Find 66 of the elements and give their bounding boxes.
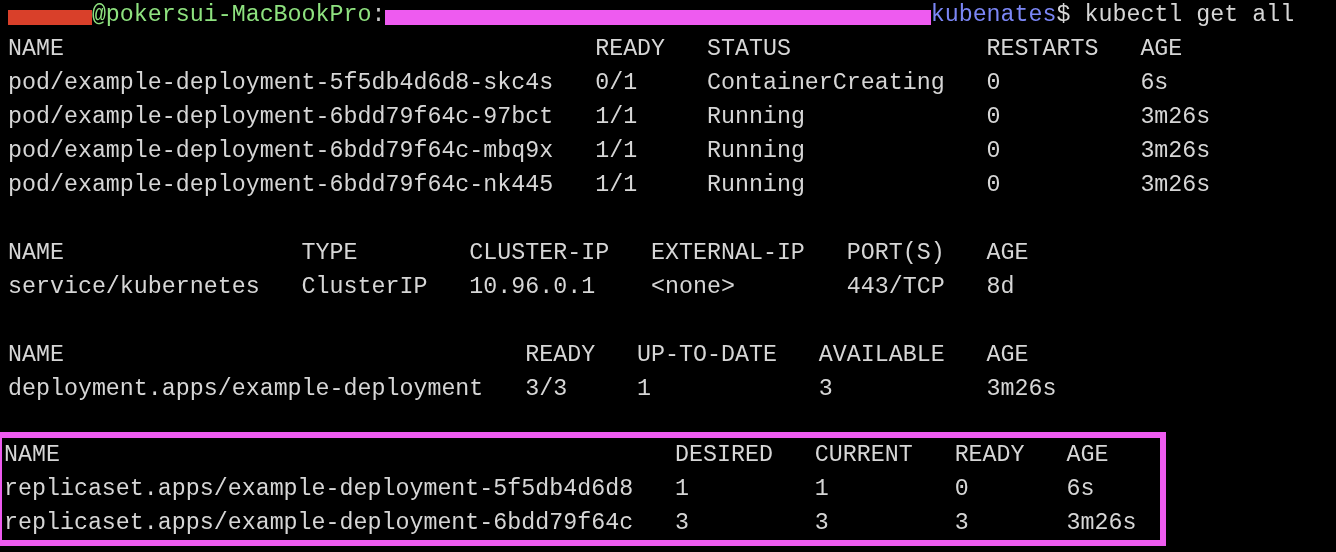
table-cell-text: 3 — [818, 375, 834, 404]
prompt-text: : — [371, 1, 386, 30]
table-cell-text: service/kubernetes — [8, 273, 261, 302]
table-cell-text: pod/example-deployment-6bdd79f64c-nk445 — [8, 171, 555, 200]
table-cell-text: pod/example-deployment-6bdd79f64c-97bct — [8, 103, 555, 132]
table-cell-text: 0/1 — [595, 69, 639, 98]
column-header: PORT(S) — [846, 239, 946, 268]
table-cell-text: deployment.apps/example-deployment — [8, 375, 485, 404]
table-cell-text: 1/1 — [595, 137, 639, 166]
column-header: NAME — [8, 239, 65, 268]
column-header: READY — [595, 35, 667, 64]
table-cell-text: 1/1 — [595, 103, 639, 132]
column-header: TYPE — [301, 239, 359, 268]
column-header: UP-TO-DATE — [637, 341, 778, 370]
table-cell-text: 0 — [954, 475, 970, 504]
table-cell-text: 3m26s — [1066, 509, 1137, 538]
column-header: AGE — [1066, 441, 1110, 470]
table-cell-text: 6s — [1066, 475, 1096, 504]
column-header: DESIRED — [675, 441, 774, 470]
table-cell-text: 0 — [986, 137, 1002, 166]
column-header: READY — [954, 441, 1026, 470]
table-cell-text: pod/example-deployment-6bdd79f64c-mbq9x — [8, 137, 555, 166]
column-header: EXTERNAL-IP — [651, 239, 806, 268]
column-header: STATUS — [707, 35, 792, 64]
table-cell-text: 1 — [814, 475, 830, 504]
table-cell-text: Running — [707, 103, 806, 132]
table-cell-text: Running — [707, 137, 806, 166]
table-cell-text: 1/1 — [595, 171, 639, 200]
column-header: AGE — [986, 239, 1029, 268]
column-header: RESTARTS — [986, 35, 1100, 64]
table-cell-text: 3 — [675, 509, 691, 538]
table-cell-text: 1 — [637, 375, 653, 404]
table-cell-text: 1 — [675, 475, 691, 504]
column-header: AGE — [1140, 35, 1184, 64]
table-cell-text: 8d — [986, 273, 1016, 302]
column-header: NAME — [8, 35, 65, 64]
prompt-text: $ kubectl get all — [1056, 1, 1295, 30]
column-header: CURRENT — [814, 441, 914, 470]
prompt-text: @pokersui-MacBookPro — [91, 1, 372, 30]
table-cell-text: 3/3 — [525, 375, 569, 404]
column-header: READY — [525, 341, 597, 370]
table-cell-text: 3m26s — [1140, 103, 1211, 132]
table-cell-text: Running — [707, 171, 806, 200]
table-cell-text: 3 — [814, 509, 830, 538]
table-cell-text: <none> — [651, 273, 736, 302]
column-header: AGE — [986, 341, 1030, 370]
table-cell-text: pod/example-deployment-5f5db4d6d8-skc4s — [8, 69, 555, 98]
table-cell-text: 0 — [986, 103, 1002, 132]
table-cell-text: replicaset.apps/example-deployment-6bdd79f64c — [4, 509, 635, 538]
column-header: CLUSTER-IP — [469, 239, 611, 268]
table-cell-text: 3 — [954, 509, 970, 538]
table-cell-text: 3m26s — [1140, 137, 1211, 166]
table-cell-text: 6s — [1140, 69, 1170, 98]
table-cell-text: 0 — [986, 69, 1002, 98]
column-header: NAME — [4, 441, 61, 470]
prompt-text: kubenates — [930, 1, 1057, 30]
table-cell-text: 0 — [986, 171, 1002, 200]
table-cell-text: 3m26s — [986, 375, 1057, 404]
table-cell-text: replicaset.apps/example-deployment-5f5db4d6d8 — [4, 475, 635, 504]
column-header: AVAILABLE — [818, 341, 946, 370]
table-cell-text: ClusterIP — [301, 273, 429, 302]
table-cell-text: 443/TCP — [846, 273, 946, 302]
table-cell-text: ContainerCreating — [707, 69, 946, 98]
column-header: NAME — [8, 341, 65, 370]
table-cell-text: 10.96.0.1 — [469, 273, 597, 302]
table-cell-text: 3m26s — [1140, 171, 1211, 200]
